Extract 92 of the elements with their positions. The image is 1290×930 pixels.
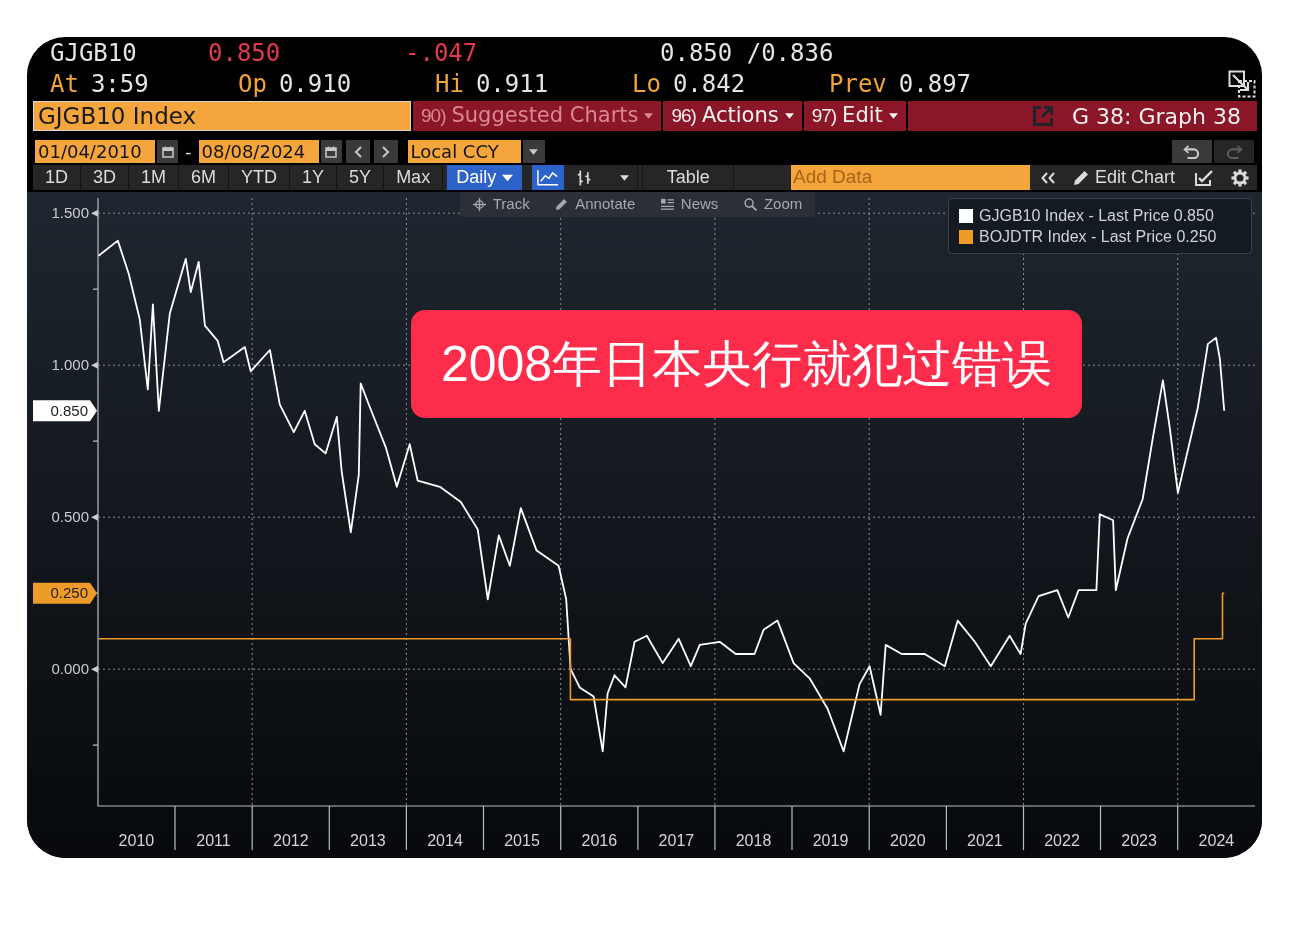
menu-button[interactable]: 96) Actions — [663, 101, 802, 131]
x-axis-label: 2015 — [504, 832, 540, 849]
period-button[interactable]: Max — [384, 165, 444, 190]
calendar-button[interactable] — [320, 140, 342, 163]
calendar-icon — [325, 145, 337, 158]
date-separator: - — [185, 140, 192, 164]
graph-title: G 38: Graph 38 — [1072, 102, 1241, 131]
crosshair-icon — [472, 198, 486, 211]
stat-value: 0.910 — [278, 71, 352, 96]
y-axis-label: 0.500 — [51, 508, 89, 526]
x-axis-label: 2019 — [812, 832, 849, 849]
double-chevron-icon — [1041, 171, 1055, 184]
caret-icon — [502, 173, 514, 182]
stat-value: 0.842 — [672, 71, 746, 96]
period-button[interactable]: 6M — [179, 165, 230, 190]
stat-label: Lo — [632, 71, 661, 96]
table-button[interactable]: Table — [642, 165, 735, 190]
redo-icon — [1225, 144, 1243, 159]
last-value-tag: 0.850 — [33, 400, 97, 422]
chevron-right-icon — [381, 145, 390, 158]
period-button[interactable]: 1D — [33, 165, 81, 190]
caret-icon — [644, 113, 654, 119]
line-chart-button[interactable] — [532, 165, 565, 190]
frequency-dropdown[interactable]: Daily — [447, 165, 523, 190]
calendar-button[interactable] — [157, 140, 178, 163]
stat-value: 0.897 — [898, 71, 972, 96]
undo-icon — [1183, 144, 1201, 159]
x-axis-label: 2016 — [581, 832, 618, 849]
checkmark-icon — [1195, 169, 1213, 186]
caret-icon — [784, 113, 794, 119]
period-button[interactable]: 3D — [81, 165, 130, 190]
y-axis-label: 0.000 — [51, 660, 89, 678]
chart-tool-button[interactable]: Track — [467, 193, 535, 216]
next-button[interactable] — [373, 140, 398, 163]
stat-label: Op — [238, 71, 267, 96]
period-button[interactable]: 1M — [129, 165, 180, 190]
currency-field[interactable]: Local CCY — [407, 140, 521, 163]
previous-button[interactable] — [345, 140, 370, 163]
x-axis-label: 2017 — [658, 832, 695, 849]
newspaper-icon — [660, 198, 674, 211]
undo-button[interactable] — [1172, 140, 1212, 163]
y-axis-label: 1.000 — [51, 356, 89, 374]
chart-tool-button[interactable]: Annotate — [550, 193, 641, 216]
x-axis-label: 2022 — [1044, 832, 1080, 849]
x-axis-label: 2013 — [350, 832, 386, 849]
stat-label: Prev — [829, 71, 887, 96]
x-axis-label: 2018 — [735, 832, 772, 849]
gear-icon — [1231, 168, 1249, 187]
period-button[interactable]: 1Y — [290, 165, 338, 190]
last-price: 0.850 — [208, 40, 282, 65]
line-chart-icon — [537, 169, 560, 186]
expand-icon[interactable] — [1228, 69, 1256, 98]
ticker-symbol: GJGB10 — [50, 40, 138, 65]
chevron-left-icon — [353, 145, 362, 158]
x-axis-label: 2020 — [890, 832, 926, 849]
start-date-field[interactable]: 01/04/2010 — [35, 140, 155, 163]
caret-icon — [888, 113, 898, 119]
x-axis-label: 2010 — [118, 832, 155, 849]
magnifier-icon — [743, 198, 757, 211]
chart-tool-button[interactable]: News — [655, 193, 724, 216]
stat-label: At — [50, 71, 79, 96]
caret-icon — [529, 148, 538, 155]
caret-icon — [620, 174, 630, 181]
bar-chart-icon — [576, 168, 592, 187]
stat-value: 0.911 — [475, 71, 549, 96]
security-field[interactable]: GJGB10 Index — [33, 101, 411, 131]
legend-label: BOJDTR Index - Last Price 0.250 — [979, 227, 1217, 246]
stat-label: Hi — [435, 71, 464, 96]
stat-value: 3:59 — [90, 71, 149, 96]
pencil-icon — [1072, 169, 1089, 186]
x-axis-label: 2014 — [427, 832, 463, 849]
period-button[interactable]: YTD — [229, 165, 291, 190]
period-button[interactable]: 5Y — [337, 165, 385, 190]
chart-tool-button[interactable]: Zoom — [738, 193, 808, 216]
add-data-field[interactable]: Add Data — [791, 165, 1030, 190]
y-axis-label: 1.500 — [51, 204, 89, 222]
last-value-tag: 0.250 — [33, 582, 97, 604]
menu-button[interactable]: 97) Edit — [803, 101, 906, 131]
pencil-icon — [555, 198, 569, 211]
caption-banner: 2008年日本央行就犯过错误 — [411, 310, 1082, 418]
bid-ask-quote: 0.850 /0.836 — [660, 40, 834, 65]
end-date-field[interactable]: 08/08/2024 — [198, 140, 319, 163]
dropdown-button[interactable] — [522, 140, 545, 163]
x-axis-label: 2021 — [967, 832, 1003, 849]
edit-chart-button[interactable]: Edit Chart — [1065, 165, 1183, 190]
price-change: -.047 — [405, 40, 479, 65]
x-axis-label: 2023 — [1121, 832, 1157, 849]
legend-label: GJGB10 Index - Last Price 0.850 — [979, 206, 1214, 225]
x-axis-label: 2024 — [1198, 832, 1235, 849]
calendar-icon — [161, 145, 174, 158]
x-axis-label: 2012 — [273, 832, 309, 849]
x-axis-label: 2011 — [196, 832, 231, 849]
